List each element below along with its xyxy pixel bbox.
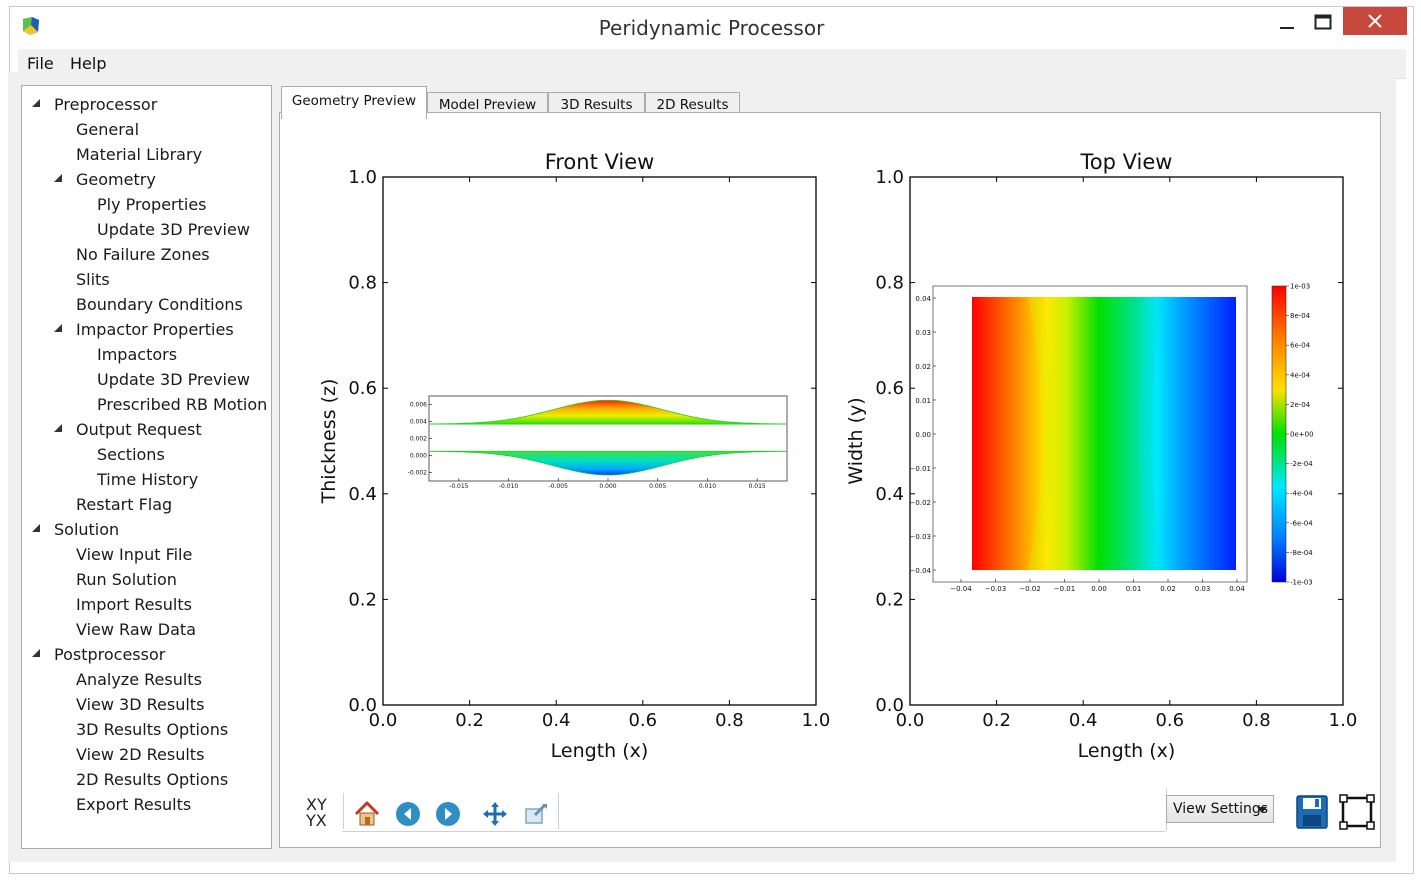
colorbar-tick-label: 0e+00 bbox=[1290, 431, 1314, 439]
top-inset-y-tick-label: −0.03 bbox=[910, 533, 931, 541]
top-inset-x-tick-label: −0.01 bbox=[1054, 585, 1075, 593]
top-inset-y-tick-label: 0.01 bbox=[915, 397, 931, 405]
top-view-x-tick-label: 1.0 bbox=[1329, 710, 1358, 731]
fullscreen-icon bbox=[1339, 794, 1375, 830]
colorbar-tick-label: 8e-04 bbox=[1290, 312, 1311, 320]
front-inset-y-tick-label: -0.002 bbox=[408, 470, 428, 477]
forward-arrow-icon bbox=[436, 802, 460, 826]
zoom-icon bbox=[525, 803, 547, 824]
top-inset-y-tick-label: 0.04 bbox=[915, 295, 931, 303]
top-view-y-tick-label: 0.4 bbox=[875, 484, 904, 505]
pan-button[interactable] bbox=[480, 799, 510, 829]
top-inset-colorbar bbox=[1271, 285, 1287, 583]
front-view-x-tick-label: 0.6 bbox=[628, 710, 657, 731]
colorbar-tick-label: -8e-04 bbox=[1290, 549, 1313, 557]
front-view-y-tick-label: 1.0 bbox=[348, 167, 377, 188]
top-view-x-tick-label: 0.8 bbox=[1242, 710, 1271, 731]
top-view-x-tick-label: 0.4 bbox=[1069, 710, 1098, 731]
top-inset-y-tick-label: −0.04 bbox=[910, 567, 932, 575]
save-figure-button[interactable] bbox=[1295, 794, 1329, 830]
front-inset-x-tick-label: 0.015 bbox=[749, 483, 766, 490]
front-view-y-axis-label: Thickness (z) bbox=[318, 379, 340, 505]
front-view-y-tick-label: 0.8 bbox=[348, 273, 377, 294]
colorbar-tick-label: 4e-04 bbox=[1290, 371, 1311, 379]
front-view-x-tick-label: 0.8 bbox=[715, 710, 744, 731]
front-inset-x-tick-label: -0.010 bbox=[499, 483, 519, 490]
top-view-x-tick-label: 0.2 bbox=[982, 710, 1011, 731]
top-view-y-tick-label: 1.0 bbox=[875, 167, 904, 188]
front-view-x-tick-label: 1.0 bbox=[802, 710, 831, 731]
zoom-rect-button[interactable] bbox=[521, 799, 551, 829]
top-view-y-tick-label: 0.8 bbox=[875, 273, 904, 294]
front-inset-x-tick-label: -0.005 bbox=[549, 483, 569, 490]
top-inset-y-tick-label: −0.01 bbox=[910, 465, 931, 473]
top-inset-x-tick-label: 0.03 bbox=[1195, 585, 1211, 593]
colorbar-tick-label: -1e-03 bbox=[1290, 579, 1313, 587]
top-inset-x-tick-label: −0.03 bbox=[985, 585, 1006, 593]
save-icon bbox=[1296, 795, 1328, 829]
front-inset-y-tick-label: 0.004 bbox=[410, 419, 427, 426]
top-inset-heatmap bbox=[972, 297, 1236, 570]
top-view-x-axis-label: Length (x) bbox=[1078, 740, 1176, 762]
tab-geometry-preview[interactable]: Geometry Preview bbox=[281, 86, 427, 119]
colorbar-tick-label: 2e-04 bbox=[1290, 401, 1311, 409]
pan-icon bbox=[483, 802, 507, 826]
top-view-y-axis-label: Width (y) bbox=[845, 397, 867, 484]
top-view-y-tick-label: 0.2 bbox=[875, 589, 904, 610]
back-arrow-icon bbox=[396, 802, 420, 826]
front-inset-x-tick-label: 0.005 bbox=[649, 483, 666, 490]
top-inset-x-tick-label: 0.00 bbox=[1091, 585, 1107, 593]
front-view-y-tick-label: 0.6 bbox=[348, 378, 377, 399]
front-view-x-axis-label: Length (x) bbox=[551, 740, 649, 762]
top-view-y-tick-label: 0.6 bbox=[875, 378, 904, 399]
top-inset-y-tick-label: 0.03 bbox=[915, 329, 931, 337]
front-inset-y-tick-label: 0.002 bbox=[410, 436, 427, 443]
view-settings-dropdown[interactable]: View Settings bbox=[1166, 795, 1274, 823]
top-inset-x-tick-label: 0.01 bbox=[1126, 585, 1142, 593]
front-view-x-tick-label: 0.2 bbox=[455, 710, 484, 731]
top-inset-x-tick-label: 0.04 bbox=[1229, 585, 1245, 593]
top-view-x-tick-label: 0.6 bbox=[1155, 710, 1184, 731]
home-button[interactable] bbox=[352, 799, 382, 829]
toolbar-track bbox=[342, 790, 1165, 832]
front-inset-y-tick-label: 0.006 bbox=[410, 402, 427, 409]
plot-toolbar: XY YX View Settings bbox=[292, 785, 1382, 835]
top-inset-x-tick-label: −0.02 bbox=[1019, 585, 1040, 593]
colorbar-tick-label: -2e-04 bbox=[1290, 460, 1313, 468]
top-inset-x-tick-label: −0.04 bbox=[950, 585, 972, 593]
colorbar-tick-label: 6e-04 bbox=[1290, 342, 1311, 350]
top-view-y-tick-label: 0.0 bbox=[875, 695, 904, 716]
front-inset-y-tick-label: 0.000 bbox=[410, 453, 427, 460]
plots-canvas: Front View 0.0 0.2 0.4 0.6 0.8 1.0 0.0 0.2 0.4 0.6… bbox=[318, 150, 1358, 762]
top-inset-y-tick-label: 0.02 bbox=[915, 363, 931, 371]
chevron-down-icon bbox=[1257, 807, 1267, 813]
top-inset-x-tick-label: 0.02 bbox=[1160, 585, 1176, 593]
xy-swap-button[interactable]: XY YX bbox=[306, 797, 327, 829]
top-view-title: Top View bbox=[1080, 150, 1173, 174]
top-inset-y-tick-label: −0.02 bbox=[910, 499, 931, 507]
yx-label: YX bbox=[306, 811, 327, 830]
colorbar-tick-label: -4e-04 bbox=[1290, 490, 1313, 498]
forward-button[interactable] bbox=[433, 799, 463, 829]
top-inset-y-tick-label: 0.00 bbox=[915, 431, 931, 439]
front-view-y-tick-label: 0.0 bbox=[348, 695, 377, 716]
front-view-y-tick-label: 0.2 bbox=[348, 589, 377, 610]
front-inset-x-tick-label: 0.010 bbox=[699, 483, 716, 490]
home-icon bbox=[354, 801, 380, 826]
front-view-y-tick-label: 0.4 bbox=[348, 484, 377, 505]
view-settings-label: View Settings bbox=[1173, 801, 1269, 817]
back-button[interactable] bbox=[393, 799, 423, 829]
front-inset-x-tick-label: -0.015 bbox=[449, 483, 469, 490]
colorbar-tick-label: -6e-04 bbox=[1290, 519, 1313, 527]
fullscreen-button[interactable] bbox=[1339, 794, 1375, 830]
front-view-x-tick-label: 0.4 bbox=[542, 710, 571, 731]
front-inset-x-tick-label: 0.000 bbox=[599, 483, 616, 490]
front-view-title: Front View bbox=[545, 150, 655, 174]
colorbar-tick-label: 1e-03 bbox=[1290, 283, 1310, 291]
